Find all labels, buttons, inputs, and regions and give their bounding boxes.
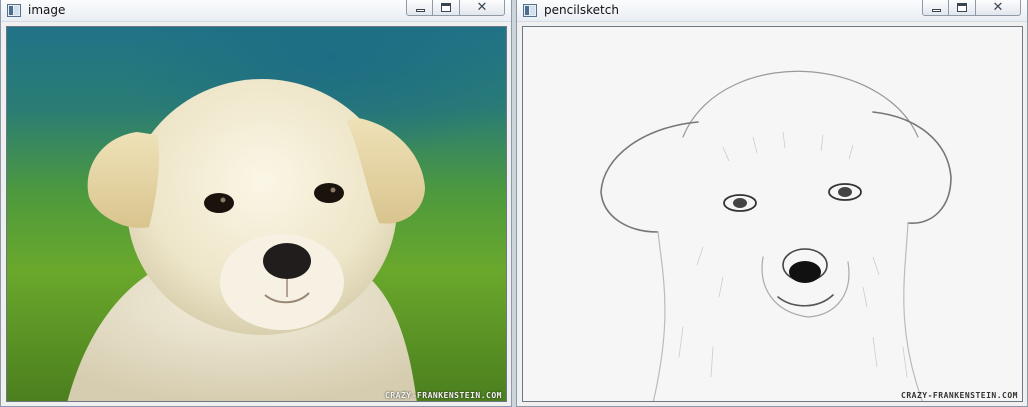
minimize-icon (416, 9, 425, 12)
maximize-button[interactable] (949, 0, 976, 16)
minimize-icon (932, 9, 941, 12)
minimize-button[interactable] (922, 0, 949, 16)
maximize-icon (957, 3, 967, 12)
close-button[interactable]: ✕ (976, 0, 1021, 16)
pencilsketch-canvas[interactable]: CRAZY-FRANKENSTEIN.COM (522, 26, 1023, 402)
close-button[interactable]: ✕ (460, 0, 505, 16)
puppy-sketch (600, 70, 952, 401)
image-canvas[interactable]: CRAZY-FRANKENSTEIN.COM (6, 26, 507, 402)
pencilsketch-window: pencilsketch ✕ CRAZY-FRANKENSTEIN.COM (516, 0, 1028, 407)
puppy-photo (67, 79, 425, 401)
maximize-icon (441, 3, 451, 12)
title-bar[interactable]: pencilsketch ✕ (517, 0, 1027, 22)
minimize-button[interactable] (406, 0, 433, 16)
window-title: image (28, 3, 66, 17)
close-icon: ✕ (992, 0, 1004, 15)
window-title: pencilsketch (544, 3, 619, 17)
window-icon[interactable] (523, 4, 537, 17)
title-bar[interactable]: image ✕ (1, 0, 511, 22)
caption-buttons: ✕ (922, 0, 1021, 16)
window-icon[interactable] (7, 4, 21, 17)
image-window: image ✕ CRAZY-FRANKENSTEIN.COM (0, 0, 512, 407)
watermark-text: CRAZY-FRANKENSTEIN.COM (385, 391, 502, 400)
caption-buttons: ✕ (406, 0, 505, 16)
maximize-button[interactable] (433, 0, 460, 16)
close-icon: ✕ (476, 0, 488, 15)
watermark-text: CRAZY-FRANKENSTEIN.COM (901, 391, 1018, 400)
